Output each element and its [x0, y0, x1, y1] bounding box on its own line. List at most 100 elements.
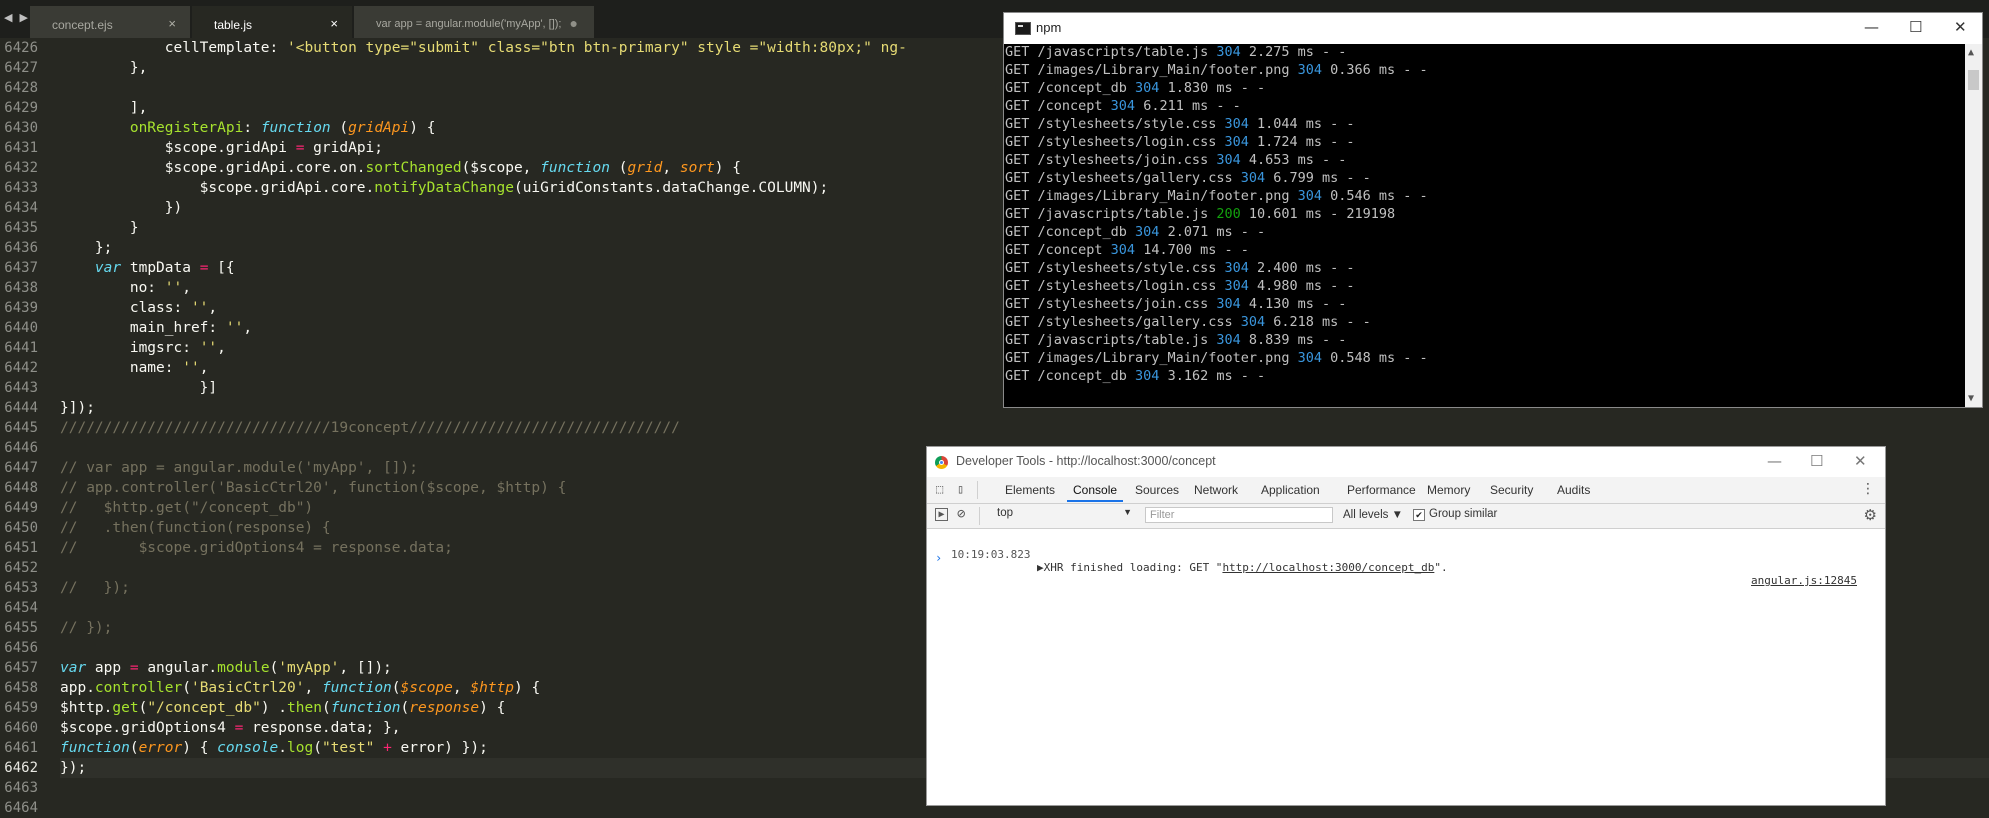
- code-token: gridApi;: [304, 140, 384, 156]
- log-line: GET /stylesheets/login.css 304 4.980 ms …: [1004, 278, 1965, 296]
- npm-log-output[interactable]: GET /javascripts/table.js 304 2.275 ms -…: [1004, 44, 1965, 407]
- scroll-up-icon[interactable]: ▲: [1968, 47, 1974, 58]
- log-timing: 0.366 ms - -: [1322, 62, 1428, 78]
- tab-audits[interactable]: Audits: [1557, 483, 1590, 497]
- code-token: // });: [60, 580, 130, 596]
- log-line: GET /stylesheets/gallery.css 304 6.799 m…: [1004, 170, 1965, 188]
- line-number: 6433: [4, 180, 38, 196]
- toolbar-divider: [979, 507, 980, 525]
- message-prefix[interactable]: ▶XHR finished loading: GET ": [1037, 561, 1222, 574]
- npm-scrollbar[interactable]: ▲ ▼: [1965, 44, 1982, 407]
- log-status: 304: [1297, 350, 1322, 366]
- line-number: 6442: [4, 360, 38, 376]
- unsaved-dot-icon[interactable]: ●: [570, 15, 578, 31]
- code-token: ($scope,: [461, 160, 541, 176]
- code-token: ) {: [409, 120, 436, 136]
- code-token: no:: [60, 280, 165, 296]
- log-status: 304: [1216, 44, 1241, 60]
- log-timing: 10.601 ms - 219198: [1240, 206, 1396, 222]
- line-number: 6459: [4, 700, 38, 716]
- code-token: notifyDataChange: [374, 180, 514, 196]
- context-selector[interactable]: top ▼: [997, 507, 1132, 524]
- code-token: '': [190, 300, 209, 316]
- scroll-down-icon[interactable]: ▼: [1968, 393, 1974, 404]
- maximize-button[interactable]: ☐: [1909, 18, 1922, 36]
- log-line: GET /stylesheets/join.css 304 4.130 ms -…: [1004, 296, 1965, 314]
- minimize-button[interactable]: —: [1767, 452, 1782, 470]
- log-line: GET /stylesheets/join.css 304 4.653 ms -…: [1004, 152, 1965, 170]
- tab-performance[interactable]: Performance: [1347, 483, 1416, 497]
- tab-scroll-arrows[interactable]: ◀ ▶: [4, 11, 30, 24]
- console-sidebar-icon[interactable]: ▶: [935, 508, 948, 521]
- log-line: GET /images/Library_Main/footer.png 304 …: [1004, 350, 1965, 368]
- tab-close-icon[interactable]: ×: [168, 16, 176, 31]
- code-token: ,: [208, 300, 218, 316]
- code-token: module: [217, 660, 270, 676]
- line-number: 6443: [4, 380, 38, 396]
- tab-memory[interactable]: Memory: [1427, 483, 1470, 497]
- console-output[interactable]: 10:19:03.823 ▶XHR finished loading: GET …: [927, 529, 1885, 805]
- log-path: GET /javascripts/table.js: [1005, 44, 1217, 60]
- code-token: class:: [60, 300, 191, 316]
- message-source-link[interactable]: angular.js:12845: [1751, 574, 1857, 587]
- chevron-down-icon: ▼: [1123, 507, 1132, 517]
- log-status: 304: [1216, 152, 1241, 168]
- console-prompt-icon[interactable]: ›: [935, 551, 942, 565]
- inspect-element-icon[interactable]: ⬚: [936, 482, 950, 496]
- code-line[interactable]: ///////////////////////////////19concept…: [60, 418, 1989, 438]
- line-number: 6455: [4, 620, 38, 636]
- tab-sources[interactable]: Sources: [1135, 483, 1179, 497]
- tab-application[interactable]: Application: [1261, 483, 1320, 497]
- npm-console-window: npm — ☐ ✕ GET /javascripts/table.js 304 …: [1003, 12, 1983, 408]
- checkbox-checked-icon[interactable]: ✔: [1413, 509, 1425, 521]
- log-line: GET /images/Library_Main/footer.png 304 …: [1004, 62, 1965, 80]
- log-timing: 14.700 ms - -: [1135, 242, 1249, 258]
- log-line: GET /javascripts/table.js 200 10.601 ms …: [1004, 206, 1965, 224]
- close-button[interactable]: ✕: [1954, 18, 1967, 36]
- line-number: 6454: [4, 600, 38, 616]
- code-token: name:: [60, 360, 183, 376]
- code-token: ],: [60, 100, 148, 116]
- tab-close-icon[interactable]: ×: [330, 16, 338, 31]
- log-line: GET /javascripts/table.js 304 8.839 ms -…: [1004, 332, 1965, 350]
- close-button[interactable]: ✕: [1854, 452, 1867, 470]
- npm-title-bar[interactable]: npm — ☐ ✕: [1004, 13, 1982, 44]
- scroll-thumb[interactable]: [1968, 70, 1979, 90]
- code-token: function: [60, 740, 130, 756]
- line-number: 6453: [4, 580, 38, 596]
- device-toolbar-icon[interactable]: ▯: [957, 482, 971, 496]
- active-tab-indicator: [1067, 500, 1123, 502]
- log-status: 304: [1224, 116, 1249, 132]
- tab-network[interactable]: Network: [1194, 483, 1238, 497]
- tab-table-js[interactable]: table.js ×: [192, 6, 352, 38]
- code-token: 'BasicCtrl20': [190, 680, 305, 696]
- group-similar-checkbox[interactable]: ✔ Group similar: [1413, 508, 1497, 521]
- gear-icon[interactable]: ⚙: [1864, 506, 1877, 524]
- log-status: 304: [1240, 170, 1266, 186]
- maximize-button[interactable]: ☐: [1810, 452, 1823, 470]
- tab-elements[interactable]: Elements: [1005, 483, 1055, 497]
- line-number: 6452: [4, 560, 38, 576]
- log-levels-dropdown[interactable]: All levels ▼: [1343, 509, 1403, 521]
- tab-security[interactable]: Security: [1490, 483, 1533, 497]
- tab-console[interactable]: Console: [1073, 483, 1117, 497]
- code-token: (: [321, 700, 331, 716]
- code-token: };: [60, 240, 113, 256]
- log-status: 304: [1135, 368, 1160, 384]
- log-timing: 0.548 ms - -: [1322, 350, 1428, 366]
- code-token: (: [400, 700, 410, 716]
- tab-concept-ejs[interactable]: concept.ejs ×: [30, 6, 190, 38]
- code-token: var: [60, 660, 87, 676]
- message-url-link[interactable]: http://localhost:3000/concept_db: [1222, 561, 1434, 574]
- more-options-icon[interactable]: ⋮: [1861, 481, 1875, 497]
- console-filter-input[interactable]: Filter: [1145, 507, 1333, 523]
- console-toolbar: ▶ ⊘ top ▼ Filter All levels ▼ ✔ Group sim…: [927, 504, 1885, 529]
- code-token: });: [60, 760, 87, 776]
- tab-untitled[interactable]: var app = angular.module('myApp', []); ●: [354, 6, 594, 38]
- devtools-window: Developer Tools - http://localhost:3000/…: [926, 446, 1886, 806]
- line-number: 6429: [4, 100, 38, 116]
- code-token: imgsrc:: [60, 340, 200, 356]
- minimize-button[interactable]: —: [1864, 18, 1879, 36]
- devtools-title-bar[interactable]: Developer Tools - http://localhost:3000/…: [927, 447, 1885, 477]
- clear-console-icon[interactable]: ⊘: [957, 506, 971, 522]
